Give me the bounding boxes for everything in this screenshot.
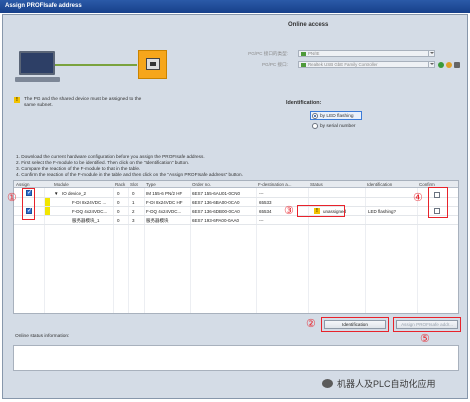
fmodule-marker [45, 207, 50, 215]
radio-button-selected[interactable] [312, 113, 318, 119]
pgpc-interface-value: Realtek USB GbE Family Controller [308, 62, 378, 67]
rack-cell: 0 [117, 218, 120, 223]
annotation-1: ① [7, 192, 17, 204]
instruction-steps: 1. Download the current hardware configu… [16, 154, 243, 178]
radio-button[interactable] [312, 123, 318, 129]
col-assign[interactable]: Assign [16, 182, 30, 187]
col-fdest[interactable]: F-destination a... [258, 182, 292, 187]
watermark-text: 机器人及PLC自动化应用 [337, 379, 436, 389]
rack-cell: 0 [117, 200, 120, 205]
identification-cell: LED flashing? [368, 209, 397, 214]
col-identification[interactable]: Identification [367, 182, 392, 187]
annotation-4: ④ [413, 192, 423, 204]
fdest-cell: --- [259, 191, 264, 196]
connection-line [55, 64, 137, 66]
identification-title: Identification: [286, 100, 322, 106]
expand-icon[interactable]: ▼ [54, 191, 58, 196]
chevron-down-icon[interactable] [428, 51, 434, 56]
annotation-5: ⑤ [420, 333, 430, 345]
radio-serial-number[interactable]: by serial number [312, 123, 355, 129]
pgpc-type-value: PN/IE [308, 51, 320, 56]
network-icon [301, 52, 306, 56]
subnet-note: ! The PG and the shared device must be a… [14, 97, 145, 109]
col-slot[interactable]: Slot [130, 182, 138, 187]
slot-cell: 1 [132, 200, 135, 205]
annotation-box-status [297, 205, 345, 217]
annotation-box-assign [22, 188, 35, 220]
radio-led-flashing[interactable]: by LED flashing [312, 113, 354, 119]
online-status-box [13, 345, 459, 371]
device-icon [146, 58, 160, 70]
col-type[interactable]: Type [146, 182, 156, 187]
table-row[interactable]: 服务器模块_1 0 3 服务器模块 6ES7 193-6PA00-0AA0 --… [14, 216, 458, 225]
type-cell: IM 155-6 PN/2 HF [146, 191, 183, 196]
fdest-cell: 65534 [259, 209, 272, 214]
table-row[interactable]: ▼ IO device_2 0 0 IM 155-6 PN/2 HF 6ES7 … [14, 189, 458, 198]
annotation-box-assign-button [393, 317, 461, 332]
col-order[interactable]: Order no. [192, 182, 211, 187]
table-row[interactable]: F-DI 8x24VDC ... 0 1 F-DI 8x24VDC HF 6ES… [14, 192, 458, 207]
slot-cell: 3 [132, 218, 135, 223]
diagnostics-icon[interactable] [438, 62, 444, 68]
properties-icon[interactable] [446, 62, 452, 68]
online-status-label: Online status information: [15, 334, 70, 339]
order-cell: 6ES7 155-6AU01-0CN0 [192, 191, 241, 196]
annotation-2: ② [306, 318, 316, 330]
fdest-cell: 65533 [259, 200, 272, 205]
warning-icon: ! [14, 97, 20, 103]
window-title: Assign PROFIsafe address [0, 0, 470, 13]
pc-icon [19, 51, 55, 75]
rack-cell: 0 [117, 209, 120, 214]
table-header: Assign Module Rack Slot Type Order no. F… [14, 181, 458, 188]
annotation-3: ③ [284, 205, 294, 217]
step-4: 4. Confirm the reaction of the F-module … [16, 171, 243, 177]
order-cell: 6ES7 193-6PA00-0AA0 [192, 218, 239, 223]
pgpc-type-label: PG/PC 接口的类型: [248, 51, 288, 56]
radio-serial-label: by serial number [320, 123, 356, 129]
module-cell: F-DQ 4x24VDC... [72, 209, 108, 214]
type-cell: F-DQ 4x24VDC... [146, 209, 182, 214]
type-cell: 服务器模块 [146, 218, 169, 223]
subnet-note-text: The PG and the shared device must be ass… [24, 97, 142, 108]
wechat-icon [322, 379, 333, 388]
chevron-down-icon[interactable] [428, 62, 434, 67]
radio-led-label: by LED flashing [320, 113, 354, 119]
annotation-box-identification [321, 317, 389, 332]
module-cell: IO device_2 [62, 191, 87, 196]
slot-cell: 2 [132, 209, 135, 214]
table-row[interactable]: F-DQ 4x24VDC... 0 2 F-DQ 4x24VDC... 6ES7… [14, 207, 458, 216]
module-cell: 服务器模块_1 [72, 218, 100, 223]
fmodule-marker [45, 198, 50, 206]
module-table: Assign Module Rack Slot Type Order no. F… [13, 180, 459, 314]
col-status[interactable]: Status [310, 182, 323, 187]
fdest-cell: --- [259, 218, 264, 223]
pgpc-type-select[interactable]: PN/IE [298, 50, 435, 57]
pc-base-icon [15, 77, 60, 82]
module-cell: F-DI 8x24VDC ... [72, 200, 107, 205]
rack-cell: 0 [117, 191, 120, 196]
col-rack[interactable]: Rack [115, 182, 125, 187]
adapter-icon [301, 63, 306, 67]
type-cell: F-DI 8x24VDC HF [146, 200, 183, 205]
watermark: 机器人及PLC自动化应用 [322, 377, 436, 390]
annotation-box-confirm [428, 187, 448, 218]
col-module[interactable]: Module [54, 182, 69, 187]
pgpc-interface-select[interactable]: Realtek USB GbE Family Controller [298, 61, 435, 68]
online-access-title: Online access [288, 22, 329, 28]
order-cell: 6ES7 136-6BA00-0CA0 [192, 200, 240, 205]
slot-cell: 0 [132, 191, 135, 196]
order-cell: 6ES7 136-6DB00-0CA0 [192, 209, 240, 214]
pgpc-interface-label: PG/PC 接口: [261, 62, 288, 67]
refresh-icon[interactable] [454, 62, 460, 68]
